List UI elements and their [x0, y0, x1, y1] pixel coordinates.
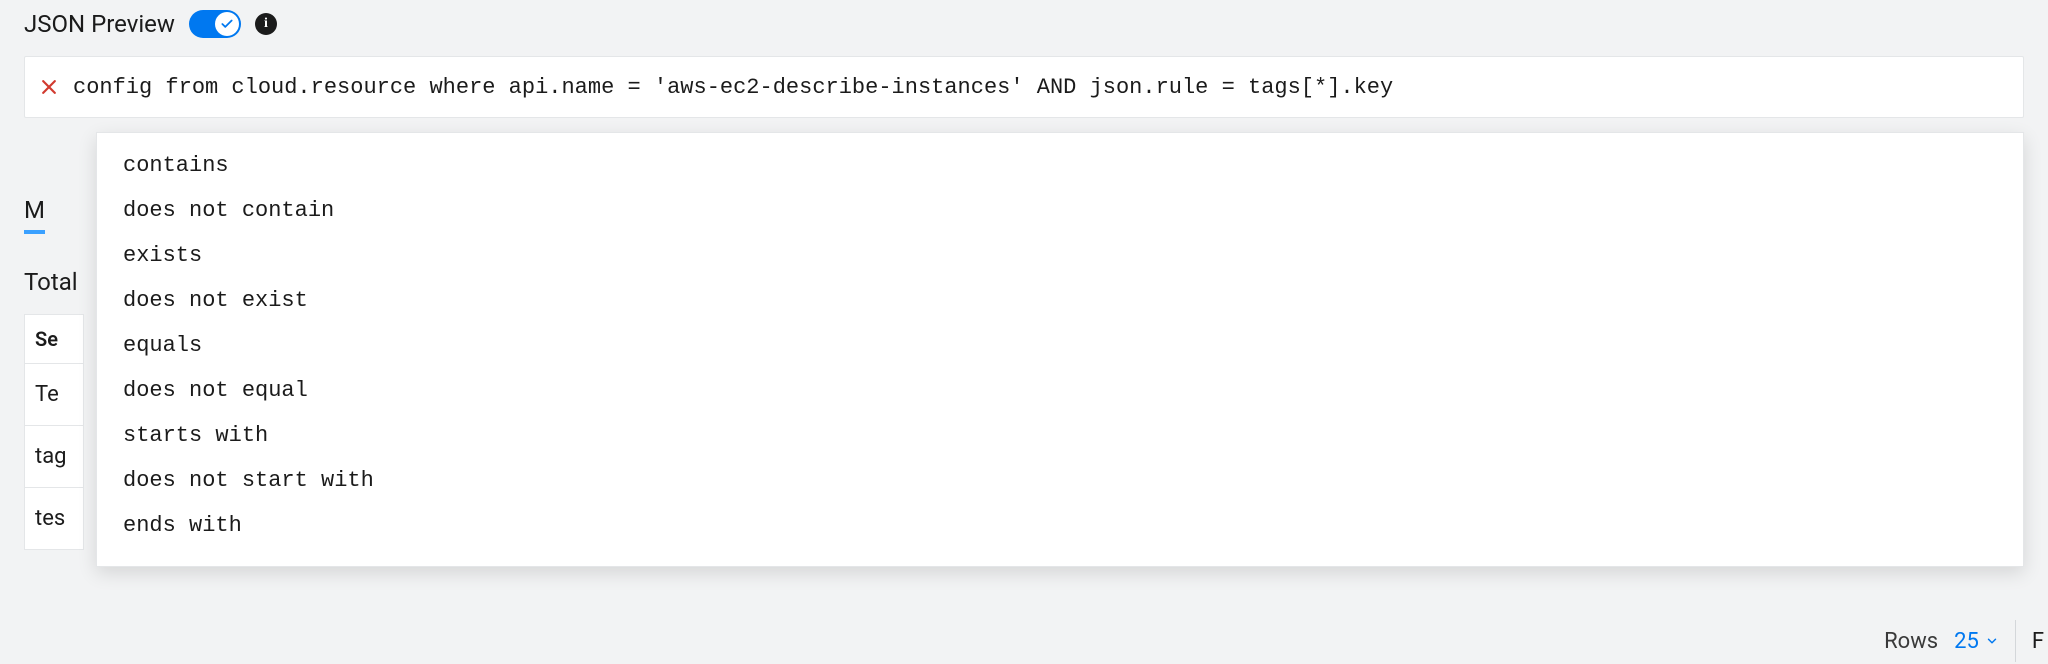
footer-divider	[2015, 620, 2016, 662]
info-icon[interactable]: i	[255, 13, 277, 35]
rows-per-page-select[interactable]: 25	[1954, 629, 1999, 654]
table-row[interactable]: tes	[24, 488, 84, 550]
autocomplete-item[interactable]: exists	[97, 233, 2023, 278]
rows-per-page-value: 25	[1954, 629, 1979, 654]
autocomplete-item[interactable]: does not exist	[97, 278, 2023, 323]
results-tab[interactable]: M	[24, 196, 45, 234]
autocomplete-item[interactable]: does not contain	[97, 188, 2023, 233]
table-row[interactable]: tag	[24, 426, 84, 488]
autocomplete-item[interactable]: ends with	[97, 503, 2023, 548]
autocomplete-dropdown: contains does not contain exists does no…	[96, 132, 2024, 567]
check-icon	[220, 17, 234, 31]
clear-query-icon[interactable]	[39, 77, 59, 97]
autocomplete-item[interactable]: starts with	[97, 413, 2023, 458]
rows-per-page-label: Rows	[1884, 629, 1938, 654]
chevron-down-icon	[1985, 634, 1999, 648]
results-column-header[interactable]: Se	[24, 314, 84, 364]
rql-query-text: config from cloud.resource where api.nam…	[73, 75, 1393, 100]
table-row[interactable]: Te	[24, 364, 84, 426]
json-preview-title: JSON Preview	[24, 10, 175, 38]
autocomplete-item[interactable]: contains	[97, 143, 2023, 188]
autocomplete-item[interactable]: does not start with	[97, 458, 2023, 503]
rql-query-input[interactable]: config from cloud.resource where api.nam…	[24, 56, 2024, 118]
info-icon-glyph: i	[264, 16, 268, 32]
autocomplete-item[interactable]: does not equal	[97, 368, 2023, 413]
pagination-fragment: F	[2032, 629, 2044, 654]
toggle-knob	[215, 12, 239, 36]
json-preview-toggle[interactable]	[189, 10, 241, 38]
autocomplete-item[interactable]: equals	[97, 323, 2023, 368]
